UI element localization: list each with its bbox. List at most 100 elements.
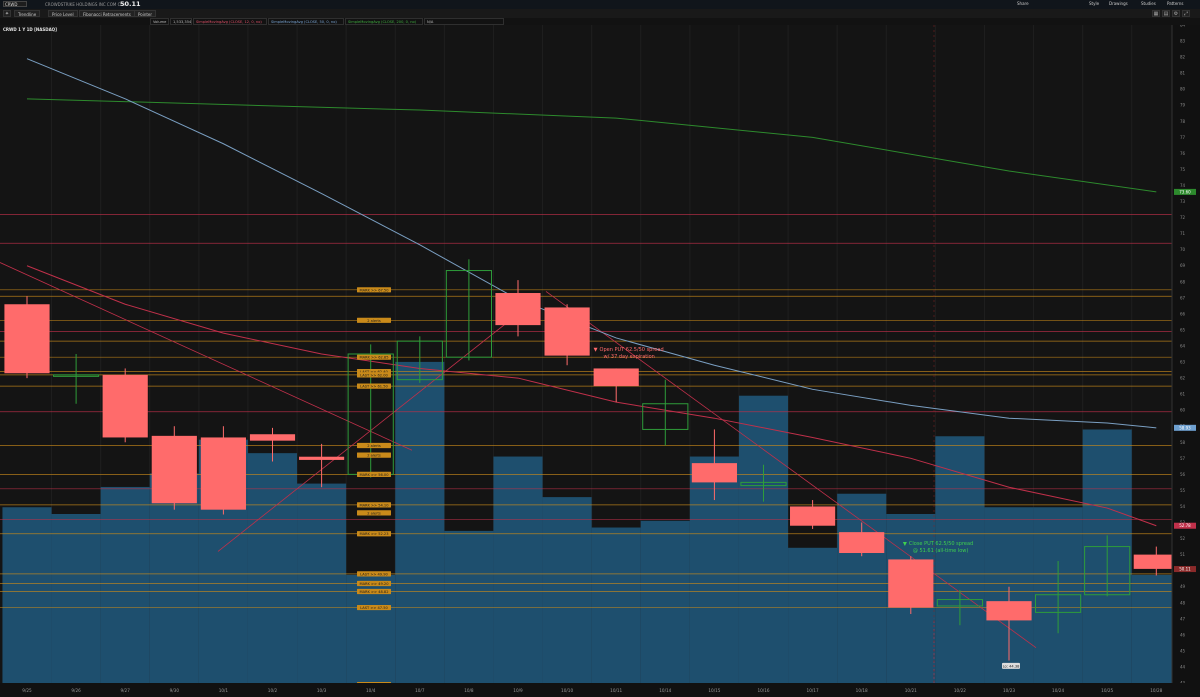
study-volume[interactable]: Volume [150, 18, 169, 25]
candle-body [986, 601, 1032, 621]
y-tick-label: 84 [1180, 25, 1186, 28]
studies-button[interactable]: Studies [1138, 1, 1159, 7]
volume-bar [51, 514, 101, 683]
candle-body [249, 434, 296, 441]
x-tick-label: 10/10 [561, 688, 573, 693]
level-tag-label: LAST >> 62.00 [360, 373, 388, 377]
drawings-button[interactable]: Drawings [1106, 1, 1131, 7]
trade-annotation: @ 51.61 (all-time low) [913, 548, 969, 554]
level-tag-label: MARK >> 62.85 [359, 356, 388, 360]
price-marker-label: 58.93 [1179, 425, 1191, 430]
level-tag-label: MARK >> 48.82 [359, 590, 388, 594]
y-tick-label: 60 [1180, 408, 1186, 413]
volume-bar [444, 530, 494, 683]
x-tick-label: 10/11 [610, 688, 622, 693]
study-sma-200-value: N/A [424, 18, 504, 25]
volume-bar [738, 395, 789, 683]
grid-layout-icon[interactable]: ▦ [1152, 10, 1160, 17]
last-price: 50.11 [120, 0, 141, 8]
y-tick-label: 61 [1180, 392, 1186, 397]
candle-body [593, 368, 639, 387]
cursor-icon[interactable]: ✦ [3, 10, 11, 17]
trade-annotation: Close PUT 62.5/50 spread [909, 541, 973, 547]
y-tick-label: 63 [1180, 360, 1186, 365]
y-tick-label: 56 [1180, 472, 1186, 477]
price-marker-label: 73.60 [1179, 189, 1191, 194]
y-tick-label: 48 [1180, 600, 1186, 605]
trade-annotation: w/ 37 day expiration [604, 354, 655, 360]
x-tick-label: 10/1 [219, 688, 229, 693]
y-tick-label: 64 [1180, 343, 1186, 348]
x-tick-label: 10/14 [659, 688, 671, 693]
y-tick-label: 79 [1180, 103, 1186, 108]
x-tick-label: 10/15 [708, 688, 720, 693]
x-tick-label: 10/22 [954, 688, 966, 693]
y-tick-label: 76 [1180, 151, 1186, 156]
x-tick-label: 10/16 [757, 688, 769, 693]
y-tick-label: 74 [1180, 183, 1186, 188]
y-tick-label: 81 [1180, 71, 1186, 76]
x-tick-label: 10/23 [1003, 688, 1015, 693]
y-tick-label: 62 [1180, 376, 1186, 381]
study-sma-12[interactable]: SimpleMovingAvg (CLOSE, 12, 0, no) [193, 18, 267, 25]
x-tick-label: 9/30 [170, 688, 180, 693]
share-button[interactable]: Share [1014, 1, 1032, 7]
x-tick-label: 10/8 [464, 688, 474, 693]
candle-body [691, 463, 737, 483]
volume-bar [395, 361, 445, 683]
low-label: Lo: 44.38 [1003, 664, 1020, 668]
level-tag-label: 2 alerts [367, 454, 381, 458]
y-tick-label: 58 [1180, 440, 1186, 445]
chart-title: CRWD 1 Y 1D [NASDAQ] [3, 27, 57, 32]
study-sma-200[interactable]: SimpleMovingAvg (CLOSE, 200, 0, no) [345, 18, 423, 25]
settings-icon[interactable]: ⚙ [1172, 10, 1180, 17]
y-tick-label: 73 [1180, 199, 1186, 204]
level-tag-label: MARK >> 52.23 [359, 532, 388, 536]
y-tick-label: 49 [1180, 584, 1186, 589]
fullscreen-icon[interactable]: ⤢ [1182, 10, 1190, 17]
x-tick-label: 10/28 [1150, 688, 1162, 693]
y-tick-label: 55 [1180, 488, 1186, 493]
y-tick-label: 69 [1180, 263, 1186, 268]
price-level-tool[interactable]: Price Level [48, 10, 78, 17]
candle-body [839, 532, 885, 554]
y-tick-label: 75 [1180, 167, 1186, 172]
x-tick-label: 9/26 [71, 688, 81, 693]
level-tag-label: 2 alerts [367, 511, 381, 515]
y-tick-label: 80 [1180, 87, 1186, 92]
symbol-input[interactable]: CRWD [3, 1, 27, 7]
pointer-tool[interactable]: Pointer [134, 10, 157, 17]
time-axis [0, 683, 1200, 697]
level-tag-label: LAST >> 47.50 [360, 606, 388, 610]
y-tick-label: 65 [1180, 327, 1186, 332]
volume-bar [837, 493, 887, 683]
symbol-description: CROWDSTRIKE HOLDINGS INC COM CL A [45, 2, 127, 7]
y-tick-label: 70 [1180, 247, 1186, 252]
grid-layout-alt-icon[interactable]: ▤ [1162, 10, 1170, 17]
fibonacci-tool[interactable]: Fibonacci Retracements [79, 10, 135, 17]
patterns-button[interactable]: Patterns [1164, 1, 1186, 7]
study-volume-value: 1,533,354 [170, 18, 192, 25]
y-tick-label: 54 [1180, 504, 1186, 509]
level-tag-label: LAST >> 49.90 [360, 572, 388, 576]
study-legend-bar: Volume 1,533,354 SimpleMovingAvg (CLOSE,… [0, 18, 1200, 25]
y-tick-label: 44 [1180, 664, 1186, 669]
x-tick-label: 9/27 [120, 688, 130, 693]
volume-bar [591, 527, 641, 683]
y-tick-label: 78 [1180, 119, 1186, 124]
y-tick-label: 83 [1180, 39, 1186, 44]
study-sma-50[interactable]: SimpleMovingAvg (CLOSE, 50, 0, no) [268, 18, 344, 25]
x-tick-label: 9/25 [22, 688, 32, 693]
x-tick-label: 10/24 [1052, 688, 1064, 693]
y-tick-label: 47 [1180, 616, 1186, 621]
style-button[interactable]: Style [1086, 1, 1102, 7]
candle-body [4, 304, 50, 374]
x-tick-label: 10/9 [513, 688, 523, 693]
trendline-tool[interactable]: Trendline [14, 10, 41, 17]
price-chart[interactable]: 9/25 9/26 9/27 9/30 10/1 10/2 10/3 10/4 10/7 10/8… [0, 25, 1200, 697]
y-tick-label: 68 [1180, 279, 1186, 284]
level-tag-label: MARK >> 67.50 [359, 288, 389, 292]
price-marker-label: 52.78 [1179, 523, 1191, 528]
y-tick-label: 46 [1180, 632, 1186, 637]
x-tick-label: 10/3 [317, 688, 327, 693]
